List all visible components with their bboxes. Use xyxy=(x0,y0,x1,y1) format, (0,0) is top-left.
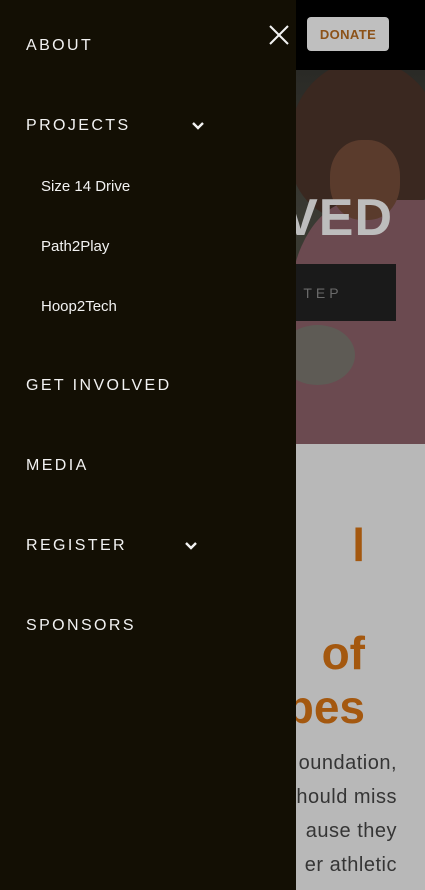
nav-item-label: ABOUT xyxy=(26,37,94,54)
nav-subitem-label: Size 14 Drive xyxy=(41,177,131,195)
close-menu-button[interactable] xyxy=(264,20,294,50)
nav-subitem-path2play[interactable]: Path2Play xyxy=(41,228,109,264)
nav-subitem-label: Path2Play xyxy=(41,237,110,255)
close-icon xyxy=(269,25,289,45)
nav-item-label: REGISTER xyxy=(26,537,127,554)
page: DONATE VED TEP l of pes oundation, hould… xyxy=(0,0,425,890)
nav-item-label: PROJECTS xyxy=(26,117,131,134)
nav-subitem-label: Hoop2Tech xyxy=(41,297,117,315)
nav-item-register[interactable]: REGISTER xyxy=(26,526,127,566)
chevron-down-icon[interactable] xyxy=(191,121,205,131)
donate-button[interactable]: DONATE xyxy=(307,17,389,51)
chevron-down-icon[interactable] xyxy=(184,541,198,551)
nav-item-about[interactable]: ABOUT xyxy=(26,26,93,66)
nav-item-projects[interactable]: PROJECTS xyxy=(26,106,131,146)
nav-subitem-hoop2tech[interactable]: Hoop2Tech xyxy=(41,288,117,324)
nav-item-label: MEDIA xyxy=(26,457,89,474)
nav-item-label: SPONSORS xyxy=(26,617,136,634)
nav-item-media[interactable]: MEDIA xyxy=(26,446,89,486)
hero-title: VED xyxy=(283,189,393,247)
nav-item-get-involved[interactable]: GET INVOLVED xyxy=(26,366,172,406)
nav-subitem-size14drive[interactable]: Size 14 Drive xyxy=(41,168,130,204)
nav-drawer: ABOUT PROJECTS Size 14 Drive Path2Play H… xyxy=(0,0,296,890)
nav-item-sponsors[interactable]: SPONSORS xyxy=(26,606,136,646)
nav-item-label: GET INVOLVED xyxy=(26,377,172,394)
mission-heading: l of pes xyxy=(285,519,365,733)
